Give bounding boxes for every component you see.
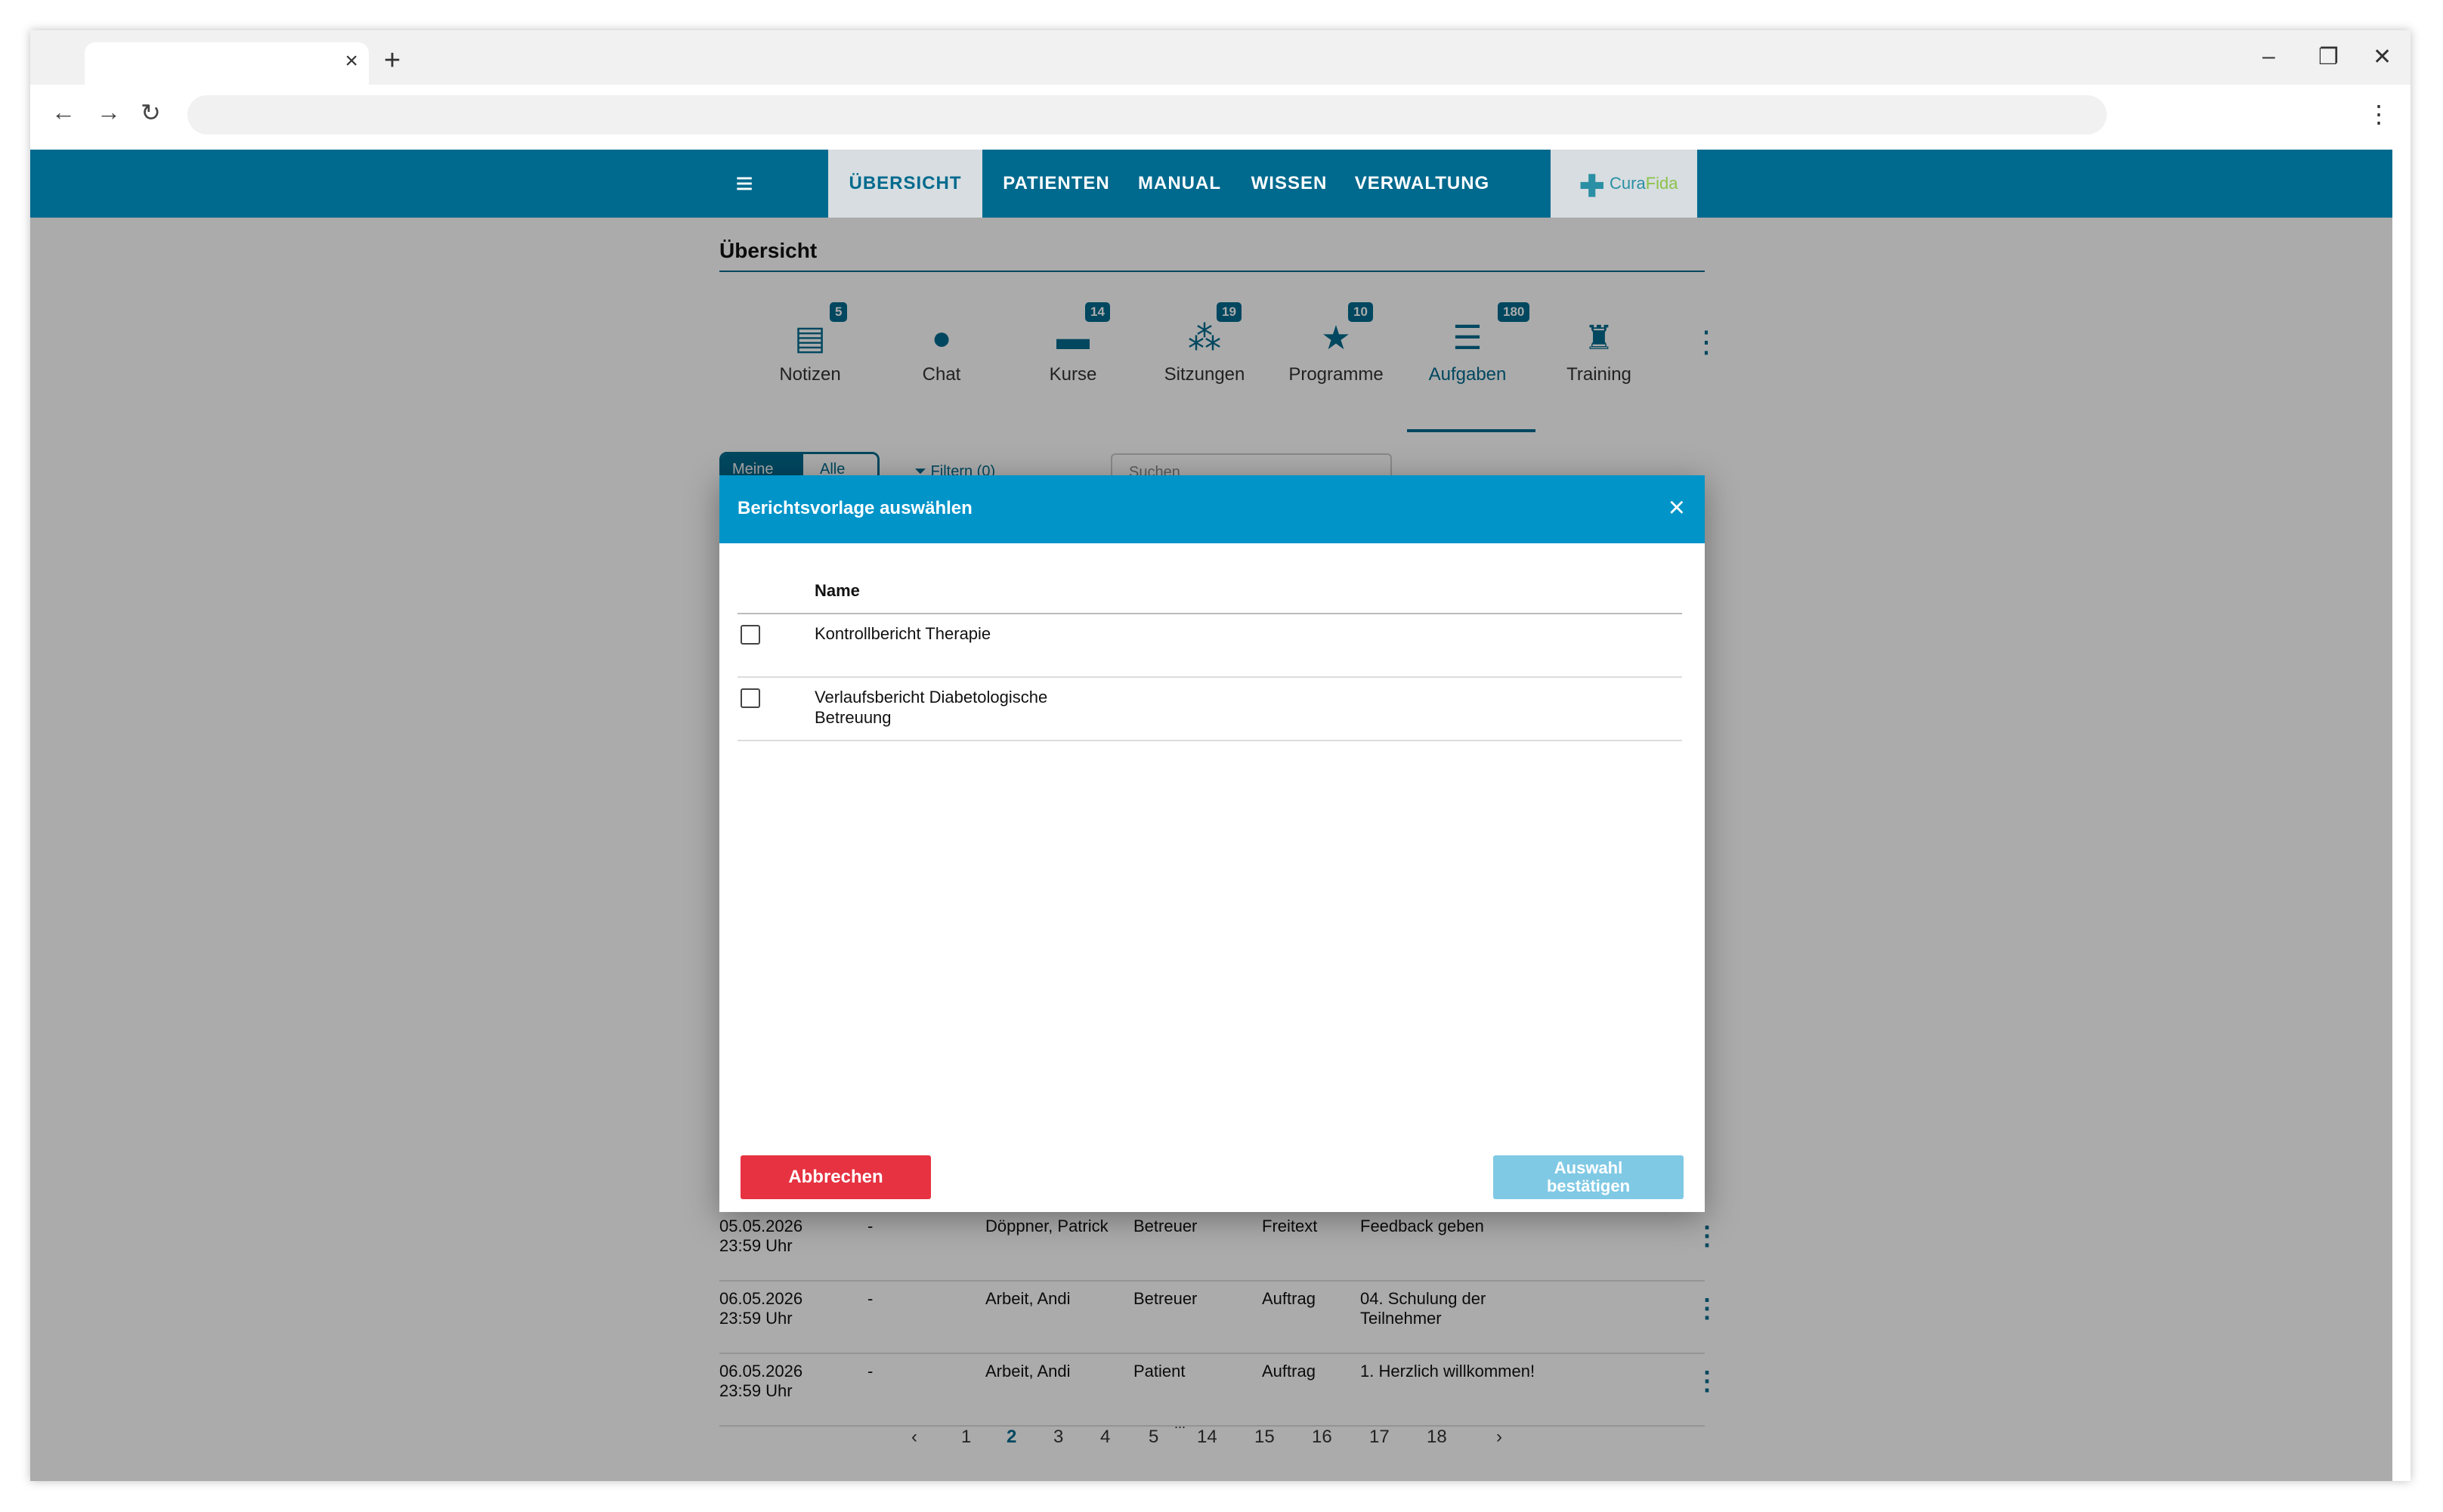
curafida-logo[interactable]: ✚ CuraFida — [1551, 150, 1697, 218]
app-viewport: ≡ ÜBERSICHT PATIENTEN MANUAL WISSEN VERW… — [30, 150, 2392, 1481]
template-name: Verlaufsbericht Diabetologische Betreuun… — [815, 688, 1048, 727]
dialog-title: Berichtsvorlage auswählen — [738, 498, 973, 518]
checkbox[interactable] — [741, 625, 760, 645]
nav-manual[interactable]: MANUAL — [1130, 150, 1229, 218]
browser-tab[interactable]: × — [85, 42, 369, 85]
hamburger-menu-icon[interactable]: ≡ — [725, 165, 763, 203]
logo-cross-icon: ✚ — [1579, 170, 1605, 203]
dialog-header: Berichtsvorlage auswählen × — [719, 475, 1705, 543]
column-header-name[interactable]: Name — [815, 581, 860, 601]
browser-window: × + – ❐ ✕ ← → ↻ ⋮ ≡ ÜBERSICHT PATIENTEN … — [30, 30, 2411, 1481]
template-name: Kontrollbericht Therapie — [815, 624, 991, 643]
close-icon[interactable]: × — [1668, 492, 1685, 524]
confirm-selection-button[interactable]: Auswahl bestätigen — [1493, 1155, 1684, 1199]
cancel-button[interactable]: Abbrechen — [741, 1155, 931, 1199]
checkbox[interactable] — [741, 688, 760, 708]
back-icon[interactable]: ← — [51, 98, 76, 126]
template-row[interactable]: Kontrollbericht Therapie — [738, 614, 1682, 678]
browser-menu-icon[interactable]: ⋮ — [2367, 100, 2391, 128]
nav-uebersicht[interactable]: ÜBERSICHT — [828, 150, 982, 218]
tab-close-icon[interactable]: × — [345, 48, 358, 74]
nav-verwaltung[interactable]: VERWALTUNG — [1347, 150, 1498, 218]
nav-wissen[interactable]: WISSEN — [1242, 150, 1336, 218]
app-header: ≡ ÜBERSICHT PATIENTEN MANUAL WISSEN VERW… — [30, 150, 2392, 218]
reload-icon[interactable]: ↻ — [141, 98, 161, 127]
report-template-dialog: Berichtsvorlage auswählen × Name Kontrol… — [719, 475, 1705, 1212]
minimize-button[interactable]: – — [2262, 44, 2275, 70]
address-bar[interactable] — [187, 95, 2107, 135]
window-close-button[interactable]: ✕ — [2373, 44, 2392, 70]
new-tab-button[interactable]: + — [384, 42, 400, 79]
template-row[interactable]: Verlaufsbericht Diabetologische Betreuun… — [738, 678, 1682, 741]
forward-icon[interactable]: → — [97, 98, 121, 126]
nav-patienten[interactable]: PATIENTEN — [996, 150, 1117, 218]
restore-button[interactable]: ❐ — [2318, 44, 2339, 70]
tab-strip: × + – ❐ ✕ — [30, 30, 2411, 85]
toolbar: ← → ↻ ⋮ — [30, 85, 2411, 147]
